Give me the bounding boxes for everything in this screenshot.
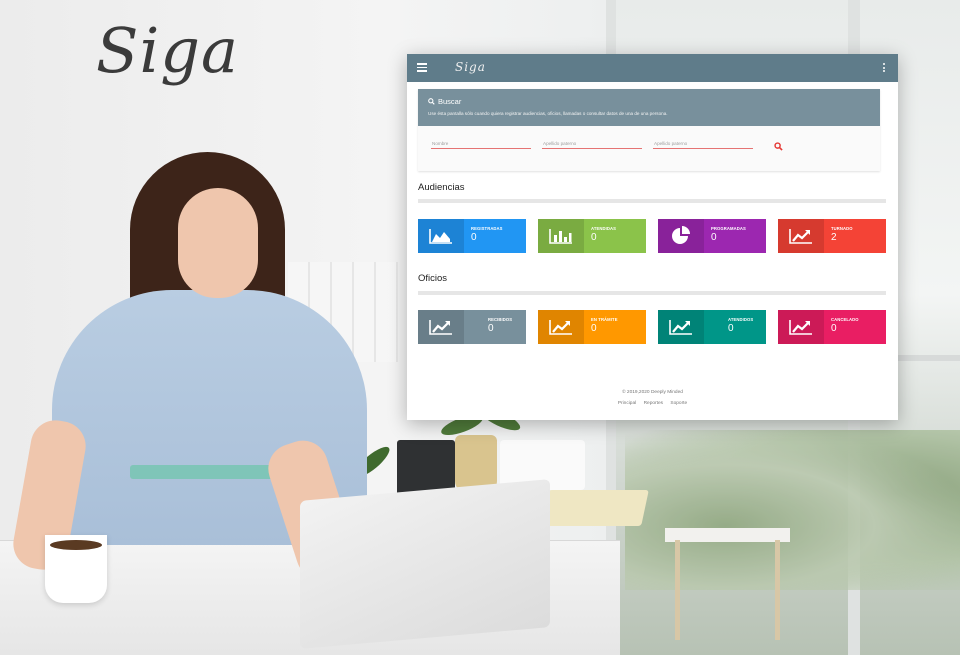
search-title: Buscar [428, 97, 870, 106]
tile-body: TURNADO 2 [824, 219, 886, 253]
tile-count: 0 [591, 232, 597, 243]
tile-body: ATENDIDAS 0 [584, 219, 646, 253]
table-leg [775, 540, 780, 640]
area-chart-icon [418, 219, 464, 253]
table-leg [675, 540, 680, 640]
trend-up-icon [538, 310, 584, 344]
apellido-materno-input[interactable] [653, 138, 753, 149]
tile-atendidos[interactable]: ATENDIDOS 0 [658, 310, 766, 344]
audiencias-title: Audiencias [418, 182, 465, 193]
tile-count: 0 [711, 232, 717, 243]
tile-body: PROGRAMADAS 0 [704, 219, 766, 253]
notebooks [541, 490, 649, 526]
search-button[interactable] [774, 138, 786, 151]
bar-chart-icon [538, 219, 584, 253]
trend-up-icon [778, 219, 824, 253]
tile-label: REGISTRADAS [471, 226, 503, 231]
tile-count: 0 [488, 323, 494, 334]
pie-chart-icon [658, 219, 704, 253]
siga-logo: Siga [96, 14, 239, 87]
search-header: Buscar Use ésta pantalla sólo cuando qui… [418, 89, 880, 126]
tile-label: TURNADO [831, 226, 853, 231]
tile-label: ATENDIDAS [591, 226, 617, 231]
tile-recibidos[interactable]: RECIBIDOS 0 [418, 310, 526, 344]
footer-link-reportes[interactable]: Reportes [644, 401, 663, 406]
search-card: Buscar Use ésta pantalla sólo cuando qui… [418, 89, 880, 171]
tile-body: REGISTRADAS 0 [464, 219, 526, 253]
tile-programadas[interactable]: PROGRAMADAS 0 [658, 219, 766, 253]
tile-registradas[interactable]: REGISTRADAS 0 [418, 219, 526, 253]
footer-link-principal[interactable]: Principal [618, 401, 636, 406]
app-window: Siga Buscar Use ésta pantalla sólo cuand… [407, 54, 898, 420]
coffee [50, 540, 102, 550]
tile-count: 2 [831, 232, 837, 243]
trend-up-icon [658, 310, 704, 344]
top-bar: Siga [407, 54, 898, 82]
trend-up-icon [418, 310, 464, 344]
search-icon [774, 142, 783, 151]
trend-up-icon [778, 310, 824, 344]
oficios-title: Oficios [418, 273, 448, 284]
menu-icon[interactable] [417, 63, 427, 72]
tile-en-tramite[interactable]: EN TRÁMITE 0 [538, 310, 646, 344]
search-icon [428, 98, 435, 105]
copyright: © 2019,2020 Deeply Minded [622, 390, 683, 395]
divider [418, 199, 886, 203]
tile-count: 0 [728, 323, 734, 334]
tile-label: CANCELADO [831, 317, 859, 322]
tile-count: 0 [591, 323, 597, 334]
tile-cancelado[interactable]: CANCELADO 0 [778, 310, 886, 344]
apellido-paterno-input[interactable] [542, 138, 642, 149]
tile-label: ATENDIDOS [728, 317, 754, 322]
tile-body: ATENDIDOS 0 [704, 310, 766, 344]
footer-links: Principal Reportes Soporte [407, 401, 898, 406]
person-belt [130, 465, 290, 479]
tile-label: RECIBIDOS [488, 317, 513, 322]
footer-link-soporte[interactable]: Soporte [670, 401, 687, 406]
tile-label: PROGRAMADAS [711, 226, 746, 231]
tile-body: CANCELADO 0 [824, 310, 886, 344]
tile-turnado[interactable]: TURNADO 2 [778, 219, 886, 253]
search-form [418, 126, 880, 171]
search-description: Use ésta pantalla sólo cuando quiera reg… [428, 111, 668, 116]
tile-body: RECIBIDOS 0 [464, 310, 526, 344]
tile-atendidas[interactable]: ATENDIDAS 0 [538, 219, 646, 253]
person-face [178, 188, 258, 298]
tile-label: EN TRÁMITE [591, 317, 618, 322]
side-table [665, 528, 790, 542]
app-logo: Siga [455, 60, 486, 74]
nombre-input[interactable] [431, 138, 531, 149]
laptop [300, 479, 550, 649]
more-vert-icon[interactable] [883, 63, 886, 74]
tile-body: EN TRÁMITE 0 [584, 310, 646, 344]
tile-count: 0 [831, 323, 837, 334]
divider [418, 291, 886, 295]
tile-count: 0 [471, 232, 477, 243]
